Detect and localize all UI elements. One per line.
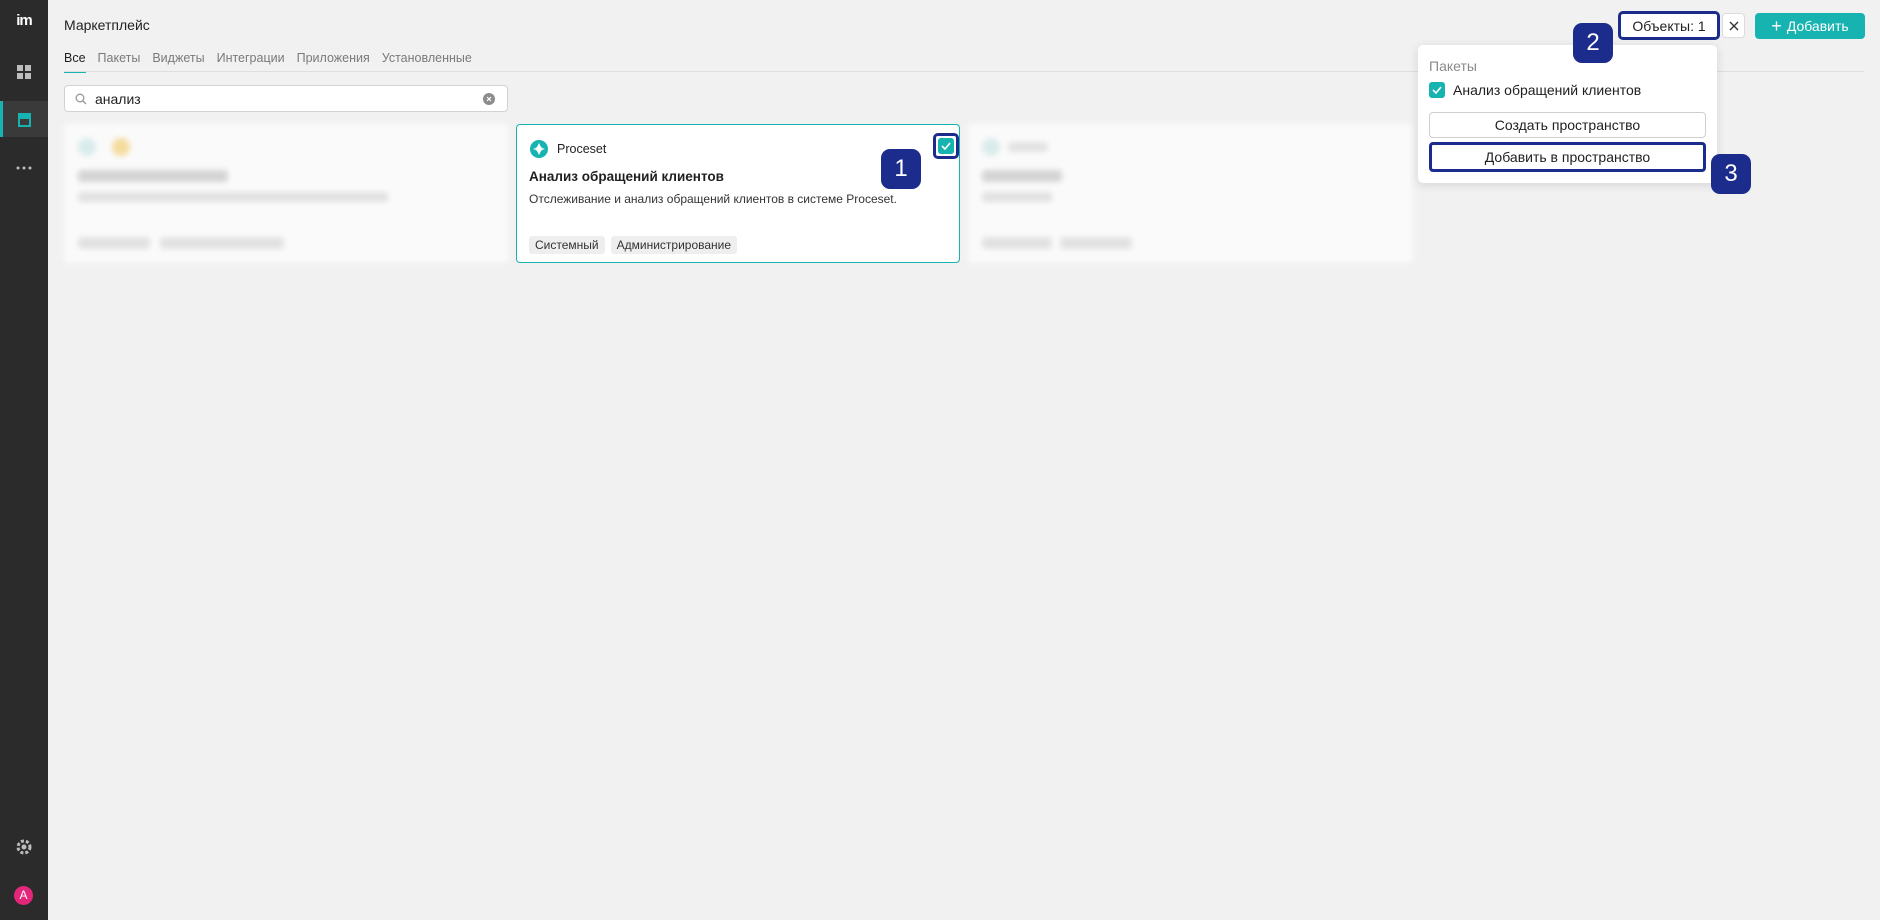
- search-input[interactable]: [95, 90, 475, 107]
- search-icon: [75, 93, 87, 104]
- marketplace-icon[interactable]: [0, 101, 48, 137]
- objects-selected-button[interactable]: Объекты: 1: [1618, 11, 1720, 40]
- add-button-label: Добавить: [1786, 18, 1849, 34]
- tab-applications[interactable]: Приложения: [297, 51, 370, 73]
- card-title: Анализ обращений клиентов: [529, 169, 724, 184]
- tab-packages[interactable]: Пакеты: [98, 51, 141, 73]
- clear-selection-button[interactable]: [1722, 13, 1745, 38]
- user-avatar[interactable]: A: [14, 886, 33, 905]
- checkbox-checked-icon[interactable]: [1429, 82, 1445, 98]
- vendor-name: Proceset: [557, 142, 607, 156]
- popup-selected-item[interactable]: Анализ обращений клиентов: [1429, 82, 1641, 98]
- tab-all[interactable]: Все: [64, 51, 86, 73]
- tab-widgets[interactable]: Виджеты: [152, 51, 204, 73]
- blurred-card-right[interactable]: [968, 124, 1412, 263]
- add-to-space-button[interactable]: Добавить в пространство: [1429, 142, 1706, 172]
- tag-system: Системный: [529, 236, 605, 254]
- selection-popup: Пакеты Анализ обращений клиентов Создать…: [1418, 45, 1717, 183]
- blurred-card-left[interactable]: [64, 124, 508, 263]
- card-vendor: Proceset: [529, 139, 606, 159]
- add-button[interactable]: + Добавить: [1755, 13, 1865, 39]
- step-badge-2: 2: [1573, 23, 1613, 63]
- step-badge-3: 3: [1711, 154, 1751, 194]
- sidebar: im A: [0, 0, 48, 920]
- plus-icon: +: [1771, 16, 1782, 36]
- dashboard-icon[interactable]: [0, 54, 48, 90]
- select-checkbox[interactable]: [933, 133, 959, 159]
- category-tabs: Все Пакеты Виджеты Интеграции Приложения…: [64, 51, 472, 73]
- search-box: [64, 85, 508, 112]
- tab-integrations[interactable]: Интеграции: [217, 51, 285, 73]
- more-icon[interactable]: [0, 150, 48, 186]
- settings-gear-icon[interactable]: [0, 829, 48, 865]
- create-space-button[interactable]: Создать пространство: [1429, 112, 1706, 138]
- close-icon: [1729, 21, 1738, 30]
- step-badge-1: 1: [881, 149, 921, 189]
- tab-installed[interactable]: Установленные: [382, 51, 472, 73]
- tag-administration: Администрирование: [610, 236, 738, 254]
- card-description: Отслеживание и анализ обращений клиентов…: [529, 192, 897, 206]
- popup-heading: Пакеты: [1429, 58, 1477, 74]
- package-card[interactable]: Proceset Анализ обращений клиентов Отсле…: [516, 124, 960, 263]
- popup-item-label: Анализ обращений клиентов: [1453, 82, 1642, 98]
- clear-search-icon[interactable]: [483, 93, 495, 105]
- proceset-logo-icon: [530, 140, 548, 158]
- app-logo[interactable]: im: [0, 12, 48, 29]
- card-tags: Системный Администрирование: [529, 236, 738, 254]
- checkmark-icon: [938, 138, 954, 154]
- page-title: Маркетплейс: [64, 17, 150, 33]
